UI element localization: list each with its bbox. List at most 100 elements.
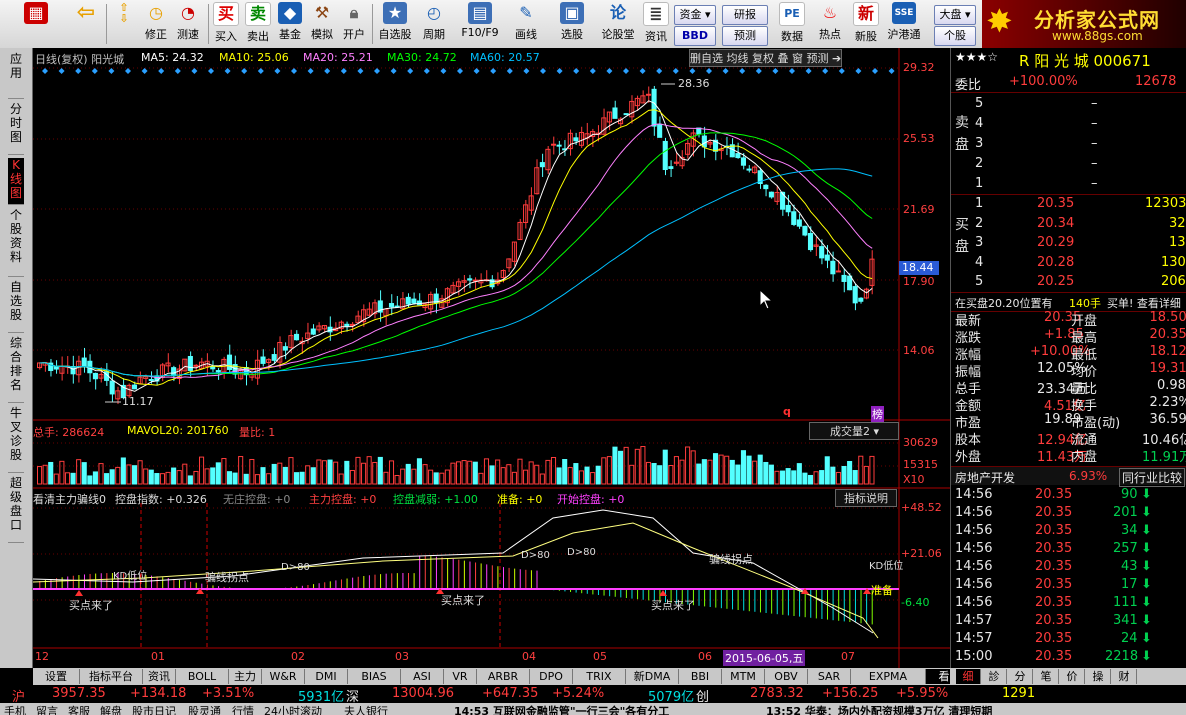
panel-tab[interactable]: 价 xyxy=(1060,669,1085,684)
indicator-tab[interactable]: TRIX xyxy=(573,669,626,684)
tab-stock-info[interactable]: 个股资料 xyxy=(8,208,24,277)
forecast-button[interactable]: 预测 xyxy=(722,26,768,46)
single-stock-button[interactable]: 个股 xyxy=(934,26,976,46)
indicator-explain-button[interactable]: 指标说明 xyxy=(835,489,897,507)
bbd-button[interactable]: BBD xyxy=(674,26,716,46)
menu-window[interactable]: 窗 xyxy=(792,52,803,65)
order-volume: 32 xyxy=(1169,215,1186,231)
indicator-tab[interactable]: DPO xyxy=(530,669,573,684)
indicator-tab[interactable]: BOLL xyxy=(176,669,229,684)
document-icon: ▤ xyxy=(468,2,492,24)
panel-tab[interactable]: 笔 xyxy=(1034,669,1059,684)
status-link[interactable]: 行情 xyxy=(232,703,254,715)
tab-kline[interactable]: K线图 xyxy=(8,158,24,205)
indicator-tab[interactable]: 主力 xyxy=(229,669,262,684)
back-button[interactable]: ⇦ xyxy=(70,2,102,46)
open-account-button[interactable]: 🔒︎ 开户 xyxy=(338,2,370,46)
panel-tab[interactable]: 操 xyxy=(1086,669,1111,684)
tab-ranking[interactable]: 综合排名 xyxy=(8,336,24,403)
quote-value: 18.50 xyxy=(1149,310,1186,325)
quote-value: 11.91万 xyxy=(1142,450,1186,465)
order-alert-row[interactable]: 在买盘20.20位置有 140手 买单! 查看详细 xyxy=(951,292,1186,312)
order-alert-link[interactable]: 买单! 查看详细 xyxy=(1107,295,1181,311)
tab-timeshare[interactable]: 分时图 xyxy=(8,102,24,155)
indicator-tab[interactable]: BBI xyxy=(679,669,722,684)
event-marker[interactable]: q xyxy=(783,405,791,418)
panel-tab[interactable]: 診 xyxy=(982,669,1007,684)
sell-order-row: 5– xyxy=(951,96,1186,114)
forum-button[interactable]: 论论股堂 xyxy=(600,2,636,46)
home-button[interactable]: ▦ xyxy=(20,2,52,46)
sell-button[interactable]: 卖卖出 xyxy=(242,2,274,46)
industry-compare-button[interactable]: 同行业比较 xyxy=(1119,468,1186,487)
indicator-tab[interactable]: VR xyxy=(444,669,477,684)
fund-button[interactable]: ◆ 基金 xyxy=(274,2,306,46)
indicator-tab[interactable]: 设置 xyxy=(33,669,80,684)
panel-tab[interactable]: 细 xyxy=(956,669,981,684)
volume-bar xyxy=(729,459,735,485)
menu-adjust[interactable]: 复权 xyxy=(752,52,774,65)
capital-dropdown[interactable]: 资金 ▾ xyxy=(674,5,716,25)
hk-connect-button[interactable]: SSE 沪港通 xyxy=(886,2,922,46)
indicator-tab[interactable]: MTM xyxy=(722,669,765,684)
indicator-tab[interactable]: W&R xyxy=(262,669,305,684)
down-arrow-icon: ⬇ xyxy=(1141,595,1152,610)
simulate-button[interactable]: ⚒ 模拟 xyxy=(306,2,338,46)
menu-overlay[interactable]: 叠 xyxy=(778,52,789,65)
indicator-tab[interactable]: BIAS xyxy=(348,669,401,684)
hotspot-button[interactable]: ♨ 热点 xyxy=(814,2,846,46)
volume-bar xyxy=(735,464,741,485)
indicator-tab[interactable]: EXPMA xyxy=(851,669,926,684)
indicator-tab[interactable]: DMI xyxy=(305,669,348,684)
status-link[interactable]: 客服 xyxy=(68,703,90,715)
status-link[interactable]: 手机 xyxy=(4,703,26,715)
f10-button[interactable]: ▤ F10/F9 xyxy=(458,2,502,46)
tab-watchlist[interactable]: 自选股 xyxy=(8,280,24,333)
watchlist-button[interactable]: ★ 自选股 xyxy=(376,2,414,46)
research-button[interactable]: 研报 xyxy=(722,5,768,25)
menu-ma[interactable]: 均线 xyxy=(727,52,749,65)
draw-line-button[interactable]: ✎ 画线 xyxy=(510,2,542,46)
news-item[interactable]: 13:52 华泰：场内外配资规模3万亿 清理短期 xyxy=(766,703,992,715)
indicator-tab[interactable]: ASI xyxy=(401,669,444,684)
news-button[interactable]: ≣ 资讯 xyxy=(640,2,672,46)
indicator-tab[interactable]: ARBR xyxy=(477,669,530,684)
menu-remove-watch[interactable]: 删自选 xyxy=(690,52,723,65)
status-link[interactable]: 夫人银行 xyxy=(344,703,388,715)
up-down-button[interactable]: ⇧ ⇩ xyxy=(110,2,138,46)
status-link[interactable]: 留言 xyxy=(36,703,58,715)
status-link[interactable]: 24小时滚动 xyxy=(264,703,322,715)
ipo-button[interactable]: 新新股 xyxy=(850,2,882,46)
volume-indicator-selector[interactable]: 成交量2 ▾ xyxy=(809,422,899,440)
stock-select-button[interactable]: ▣ 选股 xyxy=(556,2,588,46)
indicator-tab[interactable]: 资讯 xyxy=(143,669,176,684)
period-button[interactable]: ◴ 周期 xyxy=(418,2,450,46)
status-link[interactable]: 股市日记 xyxy=(132,703,176,715)
indicator-tab[interactable]: 指标平台 xyxy=(80,669,143,684)
candle-body xyxy=(796,219,802,227)
x-tick: 05 xyxy=(593,650,607,663)
tab-apps[interactable]: 应用 xyxy=(8,52,24,99)
chart-canvas[interactable] xyxy=(33,48,950,668)
indicator-tab[interactable]: 新DMA xyxy=(626,669,679,684)
panel-tab[interactable]: 分 xyxy=(1008,669,1033,684)
status-link[interactable]: 股灵通 xyxy=(188,703,221,715)
fix-button[interactable]: ◷ 修正 xyxy=(140,2,172,46)
rank-marker[interactable]: 榜 xyxy=(871,406,884,422)
panel-tab[interactable]: 财 xyxy=(1112,669,1137,684)
market-dropdown[interactable]: 大盘 ▾ xyxy=(934,5,976,25)
speedtest-button[interactable]: ◔ 测速 xyxy=(172,2,204,46)
indicator-tab[interactable]: SAR xyxy=(808,669,851,684)
kline-chart-area[interactable]: 日线(复权) 阳光城 MA5: 24.32 MA10: 25.06 MA20: … xyxy=(33,48,950,668)
data-button[interactable]: PE 数据 xyxy=(776,2,808,46)
stock-title: R 阳 光 城 000671 xyxy=(1019,52,1151,70)
buy-button[interactable]: 买买入 xyxy=(210,2,242,46)
order-level: 1 xyxy=(975,196,984,211)
news-item[interactable]: 14:53 互联网金融监管"一行三会"各有分工 xyxy=(454,703,669,715)
tab-diagnose[interactable]: 牛叉诊股 xyxy=(8,406,24,473)
menu-arrow-icon[interactable]: ➔ xyxy=(832,52,841,65)
status-link[interactable]: 解盘 xyxy=(100,703,122,715)
indicator-tab[interactable]: OBV xyxy=(765,669,808,684)
tab-super-board[interactable]: 超级盘口 xyxy=(8,476,24,543)
menu-forecast[interactable]: 预测 xyxy=(807,52,829,65)
